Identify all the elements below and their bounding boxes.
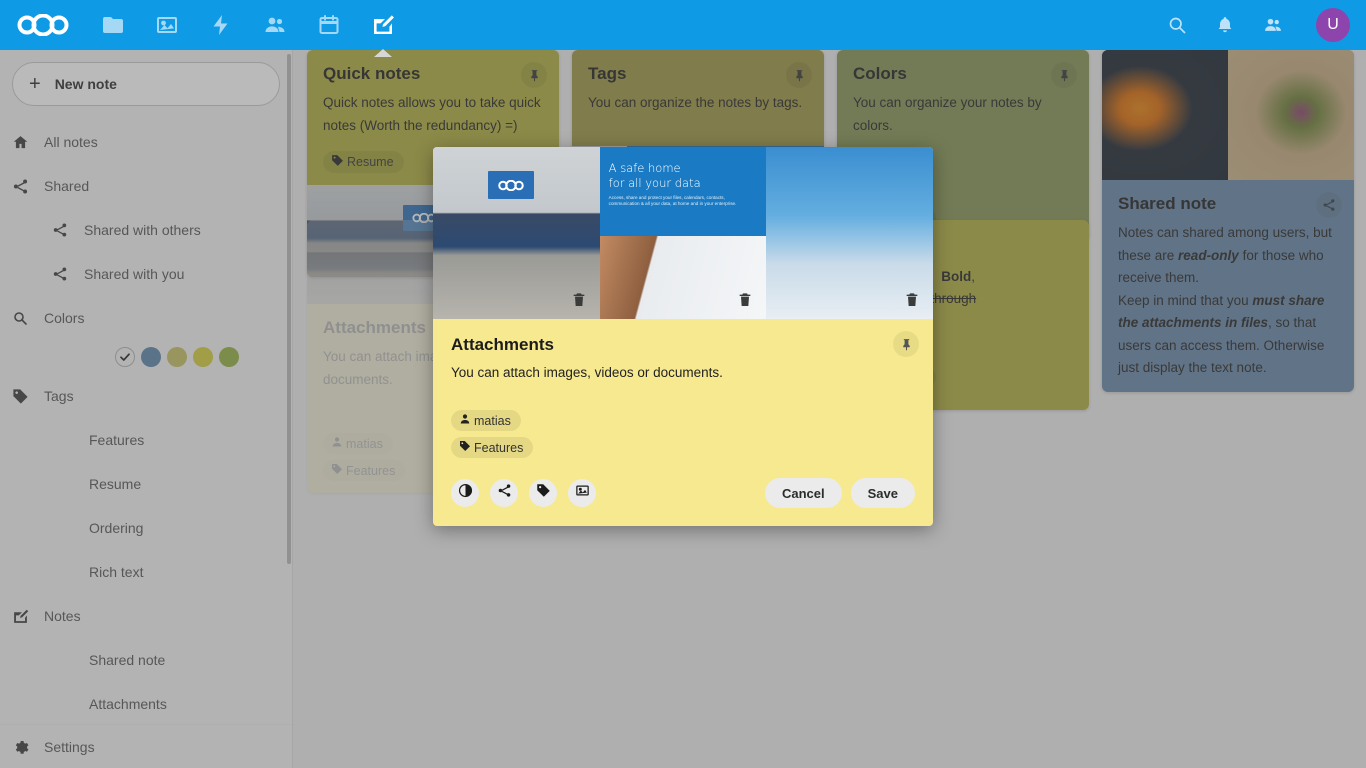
- search-icon[interactable]: [1164, 12, 1190, 38]
- modal-attachment-gallery: A safe home for all your data Access, sh…: [433, 147, 933, 319]
- share-button[interactable]: [490, 479, 518, 507]
- banner-line1: A safe home: [609, 161, 681, 175]
- cancel-button[interactable]: Cancel: [765, 478, 842, 508]
- tag-icon: [459, 440, 471, 455]
- modal-tag-chip[interactable]: Features: [451, 437, 533, 458]
- tag-button[interactable]: [529, 479, 557, 507]
- save-button[interactable]: Save: [851, 478, 915, 508]
- modal-attachment-conference[interactable]: [433, 147, 600, 319]
- nextcloud-logo[interactable]: [0, 14, 86, 36]
- modal-title: Attachments: [451, 335, 915, 355]
- nextcloud-flag: [488, 171, 534, 199]
- modal-actions: Cancel Save: [433, 464, 933, 526]
- chip-label: matias: [474, 414, 511, 428]
- modal-body: Attachments You can attach images, video…: [433, 319, 933, 464]
- trash-icon[interactable]: [734, 289, 756, 311]
- banner-headline: A safe home for all your data: [609, 161, 701, 191]
- chip-label: Features: [474, 441, 523, 455]
- banner-subtext: Access, share and protect your files, ca…: [609, 195, 739, 207]
- tag-icon: [536, 483, 551, 503]
- nav-contacts[interactable]: [248, 0, 302, 50]
- modal-description[interactable]: You can attach images, videos or documen…: [451, 365, 915, 380]
- attach-image-button[interactable]: [568, 479, 596, 507]
- pin-icon[interactable]: [893, 331, 919, 357]
- header-right: U: [1164, 8, 1366, 42]
- nav-files[interactable]: [86, 0, 140, 50]
- bell-icon[interactable]: [1212, 12, 1238, 38]
- color-button[interactable]: [451, 479, 479, 507]
- note-edit-modal: A safe home for all your data Access, sh…: [433, 147, 933, 526]
- modal-attachment-safehome[interactable]: A safe home for all your data Access, sh…: [600, 147, 767, 319]
- nav-activity[interactable]: [194, 0, 248, 50]
- app-nav: [86, 0, 410, 50]
- modal-chips: matias Features: [451, 410, 915, 464]
- trash-icon[interactable]: [568, 289, 590, 311]
- share-icon: [497, 483, 512, 503]
- modal-user-chip[interactable]: matias: [451, 410, 521, 431]
- trash-icon[interactable]: [901, 289, 923, 311]
- user-icon: [459, 413, 471, 428]
- image-icon: [575, 483, 590, 503]
- nav-calendar[interactable]: [302, 0, 356, 50]
- avatar[interactable]: U: [1316, 8, 1350, 42]
- app-header: U: [0, 0, 1366, 50]
- banner-line2: for all your data: [609, 176, 701, 190]
- modal-attachment-sky[interactable]: [766, 147, 933, 319]
- contacts-menu-icon[interactable]: [1260, 12, 1286, 38]
- nav-notes[interactable]: [356, 0, 410, 50]
- contrast-icon: [458, 483, 473, 503]
- nav-photos[interactable]: [140, 0, 194, 50]
